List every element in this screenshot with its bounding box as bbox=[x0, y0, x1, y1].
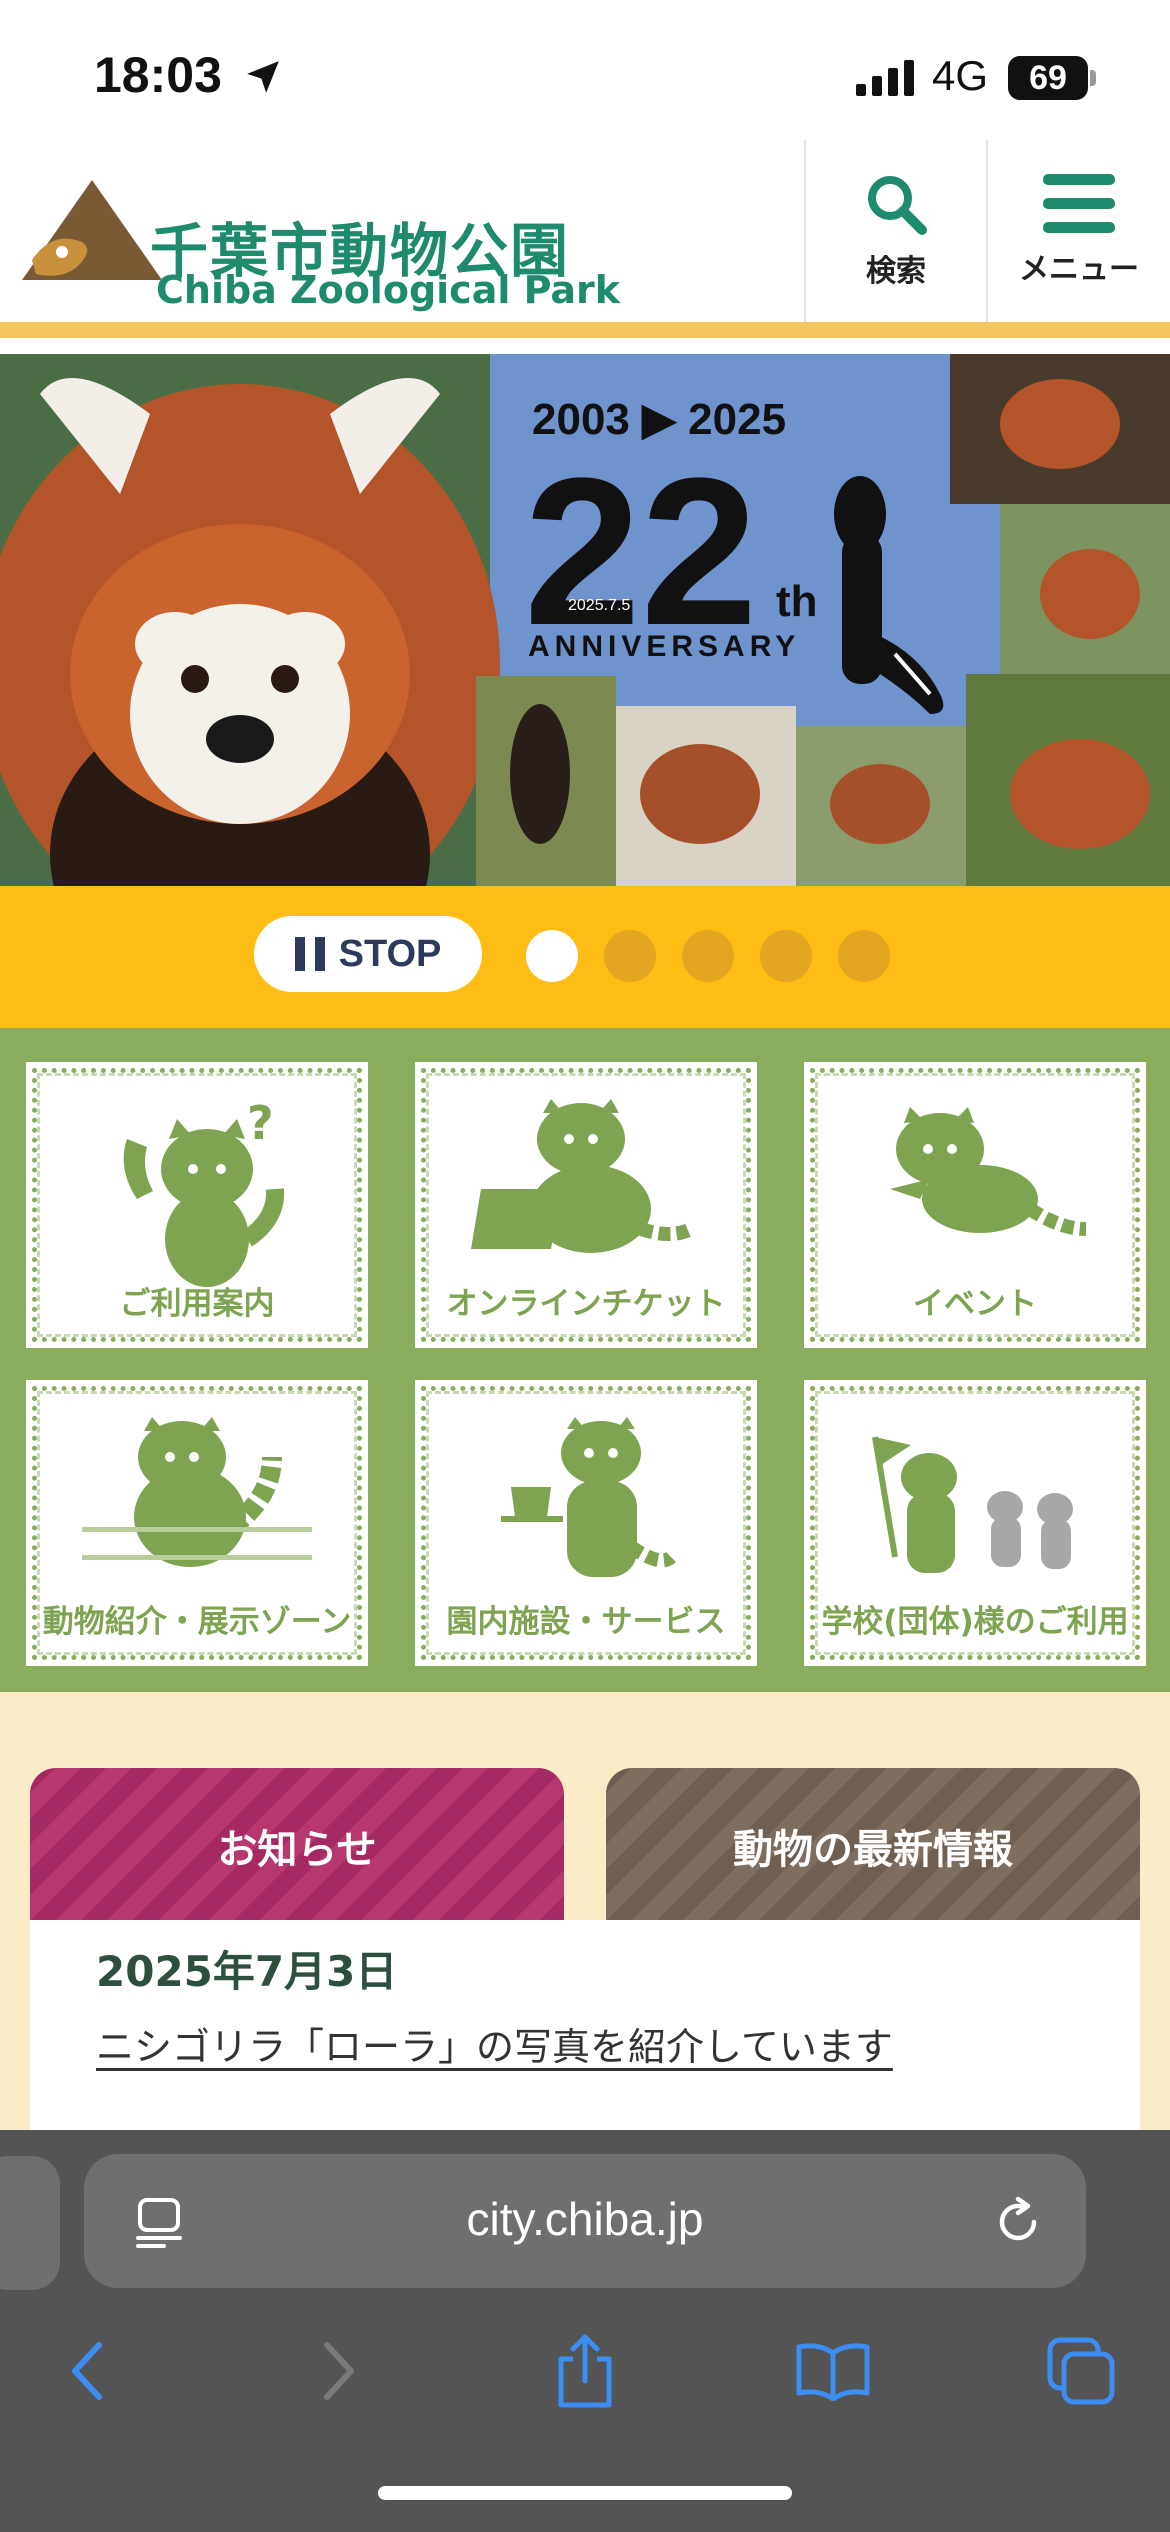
reload-icon[interactable] bbox=[992, 2196, 1044, 2248]
tab-animal-updates[interactable]: 動物の最新情報 bbox=[606, 1768, 1140, 1924]
menu-button[interactable]: メニュー bbox=[986, 140, 1170, 322]
logo-mark-icon bbox=[22, 180, 162, 280]
tile-guide[interactable]: ? ご利用案内 bbox=[26, 1062, 368, 1348]
red-panda-portrait bbox=[0, 354, 500, 886]
tab-news[interactable]: お知らせ bbox=[30, 1768, 564, 1924]
forward-button[interactable] bbox=[294, 2326, 384, 2416]
search-icon bbox=[868, 176, 927, 235]
slide-dot-5[interactable] bbox=[838, 930, 890, 982]
tile-event[interactable]: イベント bbox=[804, 1062, 1146, 1348]
news-link[interactable]: ニシゴリラ「ローラ」の写真を紹介しています bbox=[96, 2016, 893, 2071]
tab-news-label: お知らせ bbox=[217, 1827, 377, 1873]
location-arrow-icon bbox=[247, 61, 279, 93]
search-label: 検索 bbox=[866, 254, 926, 289]
slider-stop-button[interactable]: STOP bbox=[254, 916, 482, 992]
home-indicator[interactable] bbox=[378, 2486, 792, 2500]
browser-toolbar: city.chiba.jp bbox=[0, 2130, 1170, 2532]
tile-label: 園内施設・サービス bbox=[446, 1604, 726, 1640]
pause-icon bbox=[294, 937, 325, 971]
network-type: 4G bbox=[932, 52, 989, 99]
hero-banner[interactable]: 2003 ▶ 2025 22 th 2025.7.5 ANNIVERSARY bbox=[0, 354, 1170, 886]
tile-label: オンラインチケット bbox=[446, 1286, 726, 1322]
laptop-red-panda-icon bbox=[471, 1099, 695, 1253]
hero-suffix: th bbox=[776, 577, 818, 626]
tile-animals-zones[interactable]: 動物紹介・展示ゾーン bbox=[26, 1380, 368, 1666]
slide-dot-3[interactable] bbox=[682, 930, 734, 982]
battery-cap bbox=[1090, 70, 1096, 86]
slide-dot-4[interactable] bbox=[760, 930, 812, 982]
hamburger-menu-icon bbox=[1043, 174, 1115, 233]
tab-animal-updates-label: 動物の最新情報 bbox=[733, 1827, 1013, 1873]
site-header: 千葉市動物公園 Chiba Zoological Park 検索 メニュー bbox=[0, 140, 1170, 338]
address-bar[interactable]: city.chiba.jp bbox=[84, 2154, 1086, 2288]
tabs-button[interactable] bbox=[1036, 2326, 1126, 2416]
status-time: 18:03 bbox=[94, 47, 222, 103]
stop-label: STOP bbox=[338, 932, 442, 975]
tile-label: 動物紹介・展示ゾーン bbox=[42, 1604, 352, 1640]
battery-icon: 69 bbox=[1008, 56, 1088, 100]
url-text: city.chiba.jp bbox=[466, 2193, 704, 2245]
slide-dot-1[interactable] bbox=[526, 930, 578, 982]
share-icon bbox=[558, 2334, 612, 2408]
bookmarks-button[interactable] bbox=[788, 2326, 878, 2416]
logo-english: Chiba Zoological Park bbox=[156, 268, 621, 312]
tile-label: イベント bbox=[913, 1286, 1037, 1322]
chevron-right-icon bbox=[324, 2342, 354, 2400]
tabs-icon bbox=[1047, 2337, 1115, 2405]
slider-controls: STOP bbox=[0, 886, 1170, 1028]
site-logo[interactable]: 千葉市動物公園 Chiba Zoological Park bbox=[22, 170, 620, 312]
tile-online-ticket[interactable]: オンラインチケット bbox=[415, 1062, 757, 1348]
fence-red-panda-icon bbox=[82, 1417, 312, 1567]
tile-label: 学校(団体)様のご利用 bbox=[821, 1604, 1129, 1640]
phone-red-panda-icon: ? bbox=[123, 1099, 285, 1287]
svg-text:?: ? bbox=[247, 1099, 274, 1150]
chevron-left-icon bbox=[72, 2342, 102, 2400]
quick-links-grid: ? ご利用案内 オンラインチケット イベント 動物紹介・展示ゾーン 園内施設・サ… bbox=[0, 1028, 1170, 1692]
tile-label: ご利用案内 bbox=[119, 1286, 275, 1322]
status-bar: 18:03 4G 69 bbox=[0, 0, 1170, 140]
battery-level: 69 bbox=[1029, 58, 1067, 97]
tile-facilities-services[interactable]: 園内施設・サービス bbox=[415, 1380, 757, 1666]
anniversary-banner-image: 2003 ▶ 2025 22 th 2025.7.5 ANNIVERSARY bbox=[0, 354, 1170, 886]
back-button[interactable] bbox=[42, 2326, 132, 2416]
flag-red-panda-group-icon bbox=[872, 1436, 1073, 1573]
hero-anniversary: ANNIVERSARY bbox=[528, 630, 800, 663]
cellular-signal-icon bbox=[856, 60, 914, 96]
share-button[interactable] bbox=[540, 2326, 630, 2416]
coffee-red-panda-icon bbox=[501, 1417, 676, 1577]
book-icon bbox=[796, 2343, 870, 2401]
previous-tab-preview[interactable] bbox=[0, 2156, 60, 2290]
news-date: 2025年7月3日 bbox=[96, 1947, 398, 1996]
jumping-red-panda-icon bbox=[890, 1107, 1087, 1236]
menu-label: メニュー bbox=[1019, 252, 1139, 287]
tile-school-groups[interactable]: 学校(団体)様のご利用 bbox=[804, 1380, 1146, 1666]
hero-date: 2025.7.5 bbox=[568, 597, 630, 614]
news-section: お知らせ 動物の最新情報 2025年7月3日 ニシゴリラ「ローラ」の写真を紹介し… bbox=[0, 1692, 1170, 2140]
slide-dot-2[interactable] bbox=[604, 930, 656, 982]
news-list-item: 2025年7月3日 ニシゴリラ「ローラ」の写真を紹介しています bbox=[30, 1920, 1140, 2140]
search-button[interactable]: 検索 bbox=[804, 140, 986, 322]
